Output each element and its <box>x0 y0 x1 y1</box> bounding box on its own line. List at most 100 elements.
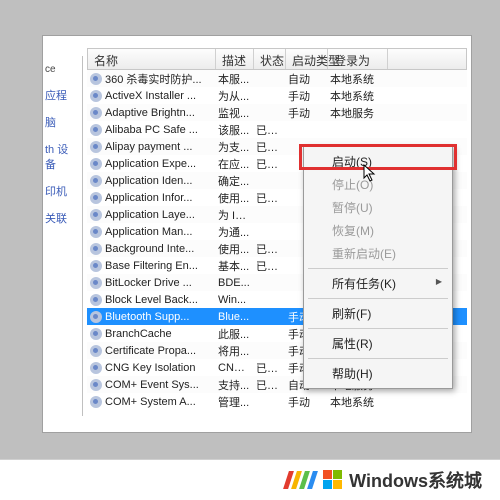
service-startup: 手动 <box>285 88 327 104</box>
service-name: Base Filtering En... <box>105 260 198 272</box>
watermark-label: Windows系统城 <box>349 467 482 493</box>
gear-icon <box>90 124 102 136</box>
gear-icon <box>90 73 102 85</box>
service-status: 已启... <box>253 258 285 274</box>
gear-icon <box>90 141 102 153</box>
gear-icon <box>90 192 102 204</box>
header-startup[interactable]: 启动类型 <box>286 49 328 69</box>
watermark: Windows系统城 <box>0 460 500 500</box>
menu-item: 暂停(U) <box>306 196 450 219</box>
service-desc: 为通... <box>215 224 253 240</box>
service-startup: 自动 <box>285 71 327 87</box>
gear-icon <box>90 107 102 119</box>
service-desc: 将用... <box>215 343 253 359</box>
table-row[interactable]: Alibaba PC Safe ... 该服...已启... <box>87 121 467 138</box>
panel-fragment: ce <box>43 56 82 83</box>
menu-item[interactable]: 所有任务(K) <box>306 272 450 295</box>
left-panel: ce 应程 脑 th 设备 印机 关联 <box>43 56 83 416</box>
gear-icon <box>90 311 102 323</box>
service-name: BranchCache <box>105 328 172 340</box>
service-logon: 本地系统 <box>327 394 387 410</box>
service-desc: Win... <box>215 294 253 306</box>
gear-icon <box>90 260 102 272</box>
windows-logo-icon <box>323 470 343 490</box>
table-row[interactable]: Adaptive Brightn...监视...手动本地服务 <box>87 104 467 121</box>
service-status: 已启动 <box>253 360 285 376</box>
gear-icon <box>90 345 102 357</box>
service-name: 360 杀毒实时防护... <box>105 71 202 87</box>
gear-icon <box>90 362 102 374</box>
service-status: 已启... <box>253 241 285 257</box>
menu-separator <box>308 268 448 269</box>
table-row[interactable]: 360 杀毒实时防护... 本服... 自动本地系统 <box>87 70 467 87</box>
header-logon[interactable]: 登录为 <box>328 49 388 69</box>
service-status: 已启... <box>253 190 285 206</box>
service-name: Block Level Back... <box>105 294 198 306</box>
service-name: Alibaba PC Safe ... <box>105 124 198 136</box>
service-desc: 该服... <box>215 122 253 138</box>
service-desc: 监视... <box>215 105 253 121</box>
gear-icon <box>90 243 102 255</box>
service-desc: 支持... <box>215 377 253 393</box>
services-window: ce 应程 脑 th 设备 印机 关联 名称 描述 状态 启动类型 登录为 36… <box>42 35 472 433</box>
service-desc: BDE... <box>215 277 253 289</box>
menu-separator <box>308 298 448 299</box>
panel-fragment[interactable]: 关联 <box>43 206 82 233</box>
service-name: COM+ System A... <box>105 396 196 408</box>
service-desc: 本服... <box>215 71 253 87</box>
service-name: ActiveX Installer ... <box>105 90 196 102</box>
service-desc: Blue... <box>215 311 253 323</box>
service-status: 已启... <box>253 122 285 138</box>
service-name: Application Laye... <box>105 209 195 221</box>
table-row[interactable]: ActiveX Installer ... 为从... 手动本地系统 <box>87 87 467 104</box>
gear-icon <box>90 90 102 102</box>
service-desc: 使用... <box>215 241 253 257</box>
service-status: 已启... <box>253 139 285 155</box>
service-desc: 在应... <box>215 156 253 172</box>
service-name: Application Infor... <box>105 192 192 204</box>
table-header: 名称 描述 状态 启动类型 登录为 <box>87 48 467 70</box>
service-status: 已启动 <box>253 377 285 393</box>
menu-separator <box>308 328 448 329</box>
panel-fragment[interactable]: 印机 <box>43 179 82 206</box>
gear-icon <box>90 379 102 391</box>
service-startup: 手动 <box>285 394 327 410</box>
service-name: Bluetooth Supp... <box>105 311 189 323</box>
gear-icon <box>90 328 102 340</box>
menu-item: 恢复(M) <box>306 219 450 242</box>
service-desc: 为从... <box>215 88 253 104</box>
service-logon: 本地系统 <box>327 88 387 104</box>
service-status: 已启... <box>253 156 285 172</box>
watermark-text: Windows系统城 <box>323 467 482 493</box>
service-desc: 为支... <box>215 139 253 155</box>
service-name: Application Iden... <box>105 175 192 187</box>
service-name: Certificate Propa... <box>105 345 196 357</box>
service-name: Alipay payment ... <box>105 141 192 153</box>
header-desc[interactable]: 描述 <box>216 49 254 69</box>
watermark-bars-icon <box>286 471 315 489</box>
context-menu: 启动(S)停止(O)暂停(U)恢复(M)重新启动(E) 所有任务(K) 刷新(F) 属… <box>303 146 453 389</box>
panel-fragment[interactable]: 脑 <box>43 110 82 137</box>
menu-item: 停止(O) <box>306 173 450 196</box>
panel-fragment[interactable]: 应程 <box>43 83 82 110</box>
menu-item[interactable]: 启动(S) <box>306 150 450 173</box>
menu-item[interactable]: 属性(R) <box>306 332 450 355</box>
gear-icon <box>90 158 102 170</box>
service-desc: 为 In... <box>215 207 253 223</box>
header-status[interactable]: 状态 <box>254 49 286 69</box>
panel-fragment[interactable]: th 设备 <box>43 137 82 179</box>
menu-item[interactable]: 帮助(H) <box>306 362 450 385</box>
table-row[interactable]: COM+ System A...管理...手动本地系统 <box>87 393 467 410</box>
service-name: Application Man... <box>105 226 192 238</box>
gear-icon <box>90 294 102 306</box>
screenshot-background: ce 应程 脑 th 设备 印机 关联 名称 描述 状态 启动类型 登录为 36… <box>0 0 500 500</box>
menu-item: 重新启动(E) <box>306 242 450 265</box>
service-desc: 此服... <box>215 326 253 342</box>
menu-item[interactable]: 刷新(F) <box>306 302 450 325</box>
service-desc: 确定... <box>215 173 253 189</box>
service-name: BitLocker Drive ... <box>105 277 192 289</box>
service-logon: 本地系统 <box>327 71 387 87</box>
service-desc: CNG... <box>215 362 253 374</box>
service-name: Adaptive Brightn... <box>105 107 195 119</box>
header-name[interactable]: 名称 <box>88 49 216 69</box>
